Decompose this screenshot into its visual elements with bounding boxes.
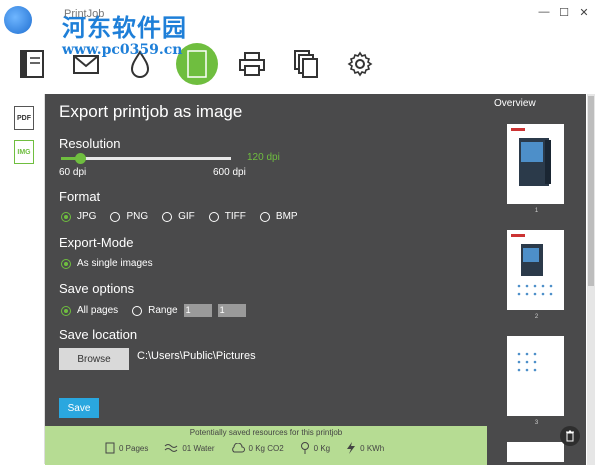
range-from-input[interactable]: 1 xyxy=(183,304,212,317)
page-number: 1 xyxy=(534,208,539,214)
document-icon xyxy=(20,50,44,78)
format-radio-gif[interactable]: GIF xyxy=(162,211,195,222)
stat-kwh-label: 0 KWh xyxy=(360,443,385,453)
radio-dot xyxy=(162,211,173,222)
radio-dot xyxy=(208,211,219,222)
save-button[interactable]: Save xyxy=(59,398,99,418)
save-options-label: Save options xyxy=(59,281,135,296)
copies-tool-button[interactable] xyxy=(288,46,324,82)
product-box-image xyxy=(511,128,551,186)
pages-icon xyxy=(105,442,115,454)
gear-icon xyxy=(347,51,373,77)
stat-kwh: 0 KWh xyxy=(346,442,384,454)
radio-label: Range xyxy=(148,305,178,316)
save-options: All pages Range 1 1 xyxy=(61,304,252,317)
radio-dot xyxy=(61,211,71,222)
watermark-url: www.pc0359.cn xyxy=(62,42,183,58)
radio-label: JPG xyxy=(77,211,97,222)
overview-panel: Overview 1 2 3 xyxy=(487,94,586,465)
radio-label: GIF xyxy=(178,211,195,222)
lightning-icon xyxy=(347,442,356,454)
overview-scrollbar[interactable] xyxy=(587,94,595,465)
cloud-icon xyxy=(231,443,245,453)
resolution-label: Resolution xyxy=(59,136,121,151)
page-content-image xyxy=(517,352,537,372)
pdf-format-icon[interactable]: PDF xyxy=(14,106,34,130)
window-title: PrintJob xyxy=(64,8,105,20)
scrollbar-thumb[interactable] xyxy=(588,96,594,286)
radio-dot xyxy=(61,305,71,316)
stat-co2-label: 0 Kg CO2 xyxy=(248,443,284,453)
product-box-image xyxy=(511,234,553,296)
stat-co2: 0 Kg CO2 xyxy=(231,443,284,453)
save-option-all-pages[interactable]: All pages xyxy=(61,305,118,316)
water-icon xyxy=(165,444,178,452)
radio-dot xyxy=(61,258,71,269)
stat-water-label: 01 Water xyxy=(182,443,215,453)
save-location-label: Save location xyxy=(59,327,138,342)
save-location-path: C:\Users\Public\Pictures xyxy=(137,350,256,362)
settings-tool-button[interactable] xyxy=(342,46,378,82)
watermark-logo-icon xyxy=(4,6,32,34)
export-panel: Export printjob as image Resolution 120 … xyxy=(45,94,487,426)
radio-label: As single images xyxy=(77,258,153,269)
radio-label: All pages xyxy=(77,305,119,316)
stat-kg-label: 0 Kg xyxy=(313,443,331,453)
resolution-max: 600 dpi xyxy=(213,167,246,178)
format-label: Format xyxy=(59,189,101,204)
format-radio-jpg[interactable]: JPG xyxy=(61,211,96,222)
range-to-input[interactable]: 1 xyxy=(217,304,246,317)
document-tool-button[interactable] xyxy=(14,46,50,82)
radio-label: TIFF xyxy=(224,211,246,222)
radio-dot xyxy=(132,305,143,316)
panel-title: Export printjob as image xyxy=(59,102,243,121)
print-tool-button[interactable] xyxy=(234,46,270,82)
radio-label: PNG xyxy=(126,211,149,222)
stat-pages-label: 0 Pages xyxy=(119,443,149,453)
page-thumbnail[interactable] xyxy=(507,124,564,204)
radio-dot xyxy=(110,211,121,222)
format-options: JPG PNG GIF TIFF BMP xyxy=(61,211,312,222)
page-thumbnail[interactable] xyxy=(507,336,564,416)
page-number: 2 xyxy=(534,314,539,320)
overview-title: Overview xyxy=(494,98,536,109)
stat-pages: 0 Pages xyxy=(105,442,148,454)
format-sidebar: PDF IMG xyxy=(0,94,45,464)
printer-icon xyxy=(239,52,265,76)
page-thumbnail[interactable] xyxy=(507,442,564,462)
save-option-range[interactable]: Range xyxy=(132,305,178,316)
tree-icon xyxy=(300,442,309,454)
img-format-icon[interactable]: IMG xyxy=(14,140,34,164)
resolution-slider-thumb[interactable] xyxy=(75,153,86,164)
close-button[interactable]: ✕ xyxy=(576,4,592,20)
trash-icon xyxy=(566,430,574,442)
resolution-value: 120 dpi xyxy=(247,152,280,163)
stat-water: 01 Water xyxy=(164,443,215,453)
stat-kg: 0 Kg xyxy=(300,442,330,454)
format-radio-bmp[interactable]: BMP xyxy=(259,211,298,222)
export-mode-label: Export-Mode xyxy=(59,235,134,250)
maximize-button[interactable]: ☐ xyxy=(556,4,572,20)
minimize-button[interactable]: — xyxy=(536,4,552,20)
footer-title: Potentially saved resources for this pri… xyxy=(189,428,343,437)
browse-button[interactable]: Browse xyxy=(59,348,129,370)
resolution-slider[interactable] xyxy=(61,153,231,164)
radio-dot xyxy=(259,211,270,222)
window-controls: — ☐ ✕ xyxy=(532,4,592,20)
export-mode-options: As single images xyxy=(61,258,167,269)
delete-button[interactable] xyxy=(560,426,580,446)
resources-footer: Potentially saved resources for this pri… xyxy=(45,426,487,465)
radio-label: BMP xyxy=(275,211,298,222)
copies-icon xyxy=(294,50,318,78)
format-radio-tiff[interactable]: TIFF xyxy=(208,211,246,222)
resolution-min: 60 dpi xyxy=(59,167,87,178)
image-export-icon xyxy=(187,50,207,78)
resource-stats: 0 Pages 01 Water 0 Kg CO2 0 Kg 0 KWh xyxy=(105,442,400,454)
export-mode-radio-single[interactable]: As single images xyxy=(61,258,153,269)
page-thumbnail[interactable] xyxy=(507,230,564,310)
format-radio-png[interactable]: PNG xyxy=(110,211,148,222)
